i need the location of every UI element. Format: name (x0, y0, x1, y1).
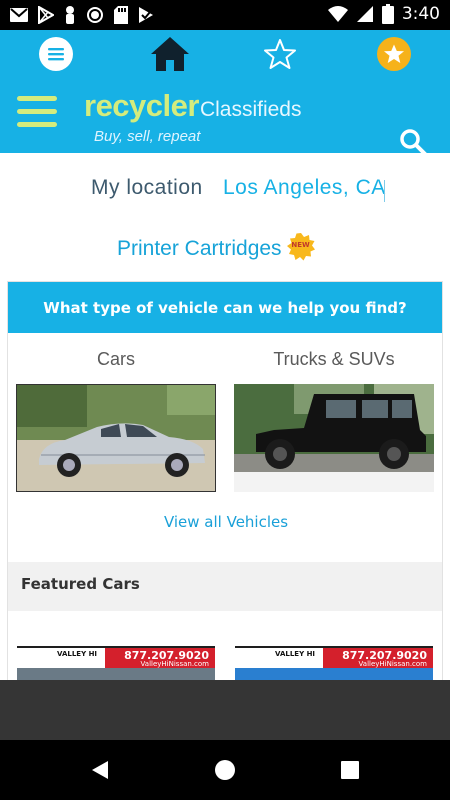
location-selector[interactable]: My location Los Angeles, CA (0, 168, 450, 212)
nav-back-button[interactable] (88, 758, 112, 782)
signal-icon (356, 5, 374, 23)
sd-card-icon (114, 6, 128, 24)
logo-main-text: recycler (84, 88, 199, 123)
location-dropdown-indicator[interactable] (384, 180, 392, 202)
list-icon (48, 48, 64, 61)
vehicle-finder-title: What type of vehicle can we help you fin… (8, 282, 442, 333)
tagline: Buy, sell, repeat (94, 128, 201, 145)
category-trucks-label[interactable]: Trucks & SUVs (234, 349, 434, 370)
featured-car-ad[interactable]: VALLEY HI 877.207.9020 ValleyHiNissan.co… (17, 646, 215, 681)
featured-cars-header: Featured Cars (7, 562, 443, 611)
status-left-icons (10, 5, 154, 25)
promo-label[interactable]: Printer Cartridges (117, 237, 282, 261)
vehicle-finder-card: What type of vehicle can we help you fin… (7, 281, 443, 563)
nav-recents-button[interactable] (338, 758, 362, 782)
recents-square-icon (341, 761, 359, 779)
star-gold-icon (384, 44, 404, 63)
checkmark-icon (138, 6, 154, 24)
play-store-icon (38, 6, 54, 24)
home-button[interactable] (149, 37, 191, 71)
featured-cars-list: VALLEY HI 877.207.9020 ValleyHiNissan.co… (7, 611, 443, 681)
category-trucks-image[interactable] (234, 384, 434, 492)
gmail-icon (10, 8, 28, 22)
home-icon (151, 37, 189, 71)
dealer-website: ValleyHiNissan.com (140, 660, 209, 668)
featured-car-ad[interactable]: VALLEY HI 877.207.9020 ValleyHiNissan.co… (235, 646, 433, 681)
home-circle-icon (215, 760, 235, 780)
view-all-vehicles-link[interactable]: View all Vehicles (8, 513, 444, 531)
nav-home-button[interactable] (213, 758, 237, 782)
favorites-button[interactable] (263, 37, 297, 71)
app-header: recyclerClassifieds Buy, sell, repeat (0, 30, 450, 156)
dealer-contact: 877.207.9020 ValleyHiNissan.com (323, 648, 433, 668)
status-right-icons: 3:40 (327, 4, 440, 24)
category-cars-label[interactable]: Cars (16, 349, 216, 370)
status-bar: 3:40 (0, 0, 450, 30)
system-nav-bar (0, 740, 450, 800)
ad-banner-placeholder (0, 680, 450, 740)
wifi-icon (327, 5, 348, 23)
hamburger-line (17, 96, 57, 101)
battery-icon (381, 4, 394, 24)
menu-circle-button[interactable] (39, 37, 73, 71)
featured-cars-title: Featured Cars (21, 575, 140, 593)
dealer-logo: VALLEY HI (235, 648, 323, 668)
screen: 3:40 recyclerClassifieds Buy, sell, repe… (0, 0, 450, 800)
top-icon-row (0, 30, 450, 78)
new-badge-text: NEW (291, 241, 310, 249)
dealer-contact: 877.207.9020 ValleyHiNissan.com (105, 648, 215, 668)
back-triangle-icon (92, 761, 108, 779)
circle-icon (86, 6, 104, 24)
dealer-name: VALLEY HI (57, 650, 98, 658)
star-outline-icon (264, 39, 296, 69)
hamburger-line (17, 122, 57, 127)
hamburger-line (17, 109, 57, 114)
featured-button[interactable] (377, 37, 411, 71)
dealer-logo: VALLEY HI (17, 648, 105, 668)
dealer-name: VALLEY HI (275, 650, 316, 658)
dealer-website: ValleyHiNissan.com (358, 660, 427, 668)
new-badge: NEW (286, 232, 316, 262)
search-button[interactable] (398, 127, 428, 157)
location-value[interactable]: Los Angeles, CA (223, 176, 386, 200)
search-icon (400, 129, 427, 156)
location-label: My location (91, 176, 203, 199)
promo-link[interactable]: Printer Cartridges NEW (117, 233, 316, 262)
hamburger-menu-button[interactable] (17, 94, 57, 128)
logo-sub-text: Classifieds (199, 98, 302, 121)
status-clock: 3:40 (401, 4, 440, 24)
category-cars-image[interactable] (16, 384, 216, 492)
notification-icon (64, 5, 76, 25)
vehicle-finder-title-text: What type of vehicle can we help you fin… (43, 298, 407, 317)
